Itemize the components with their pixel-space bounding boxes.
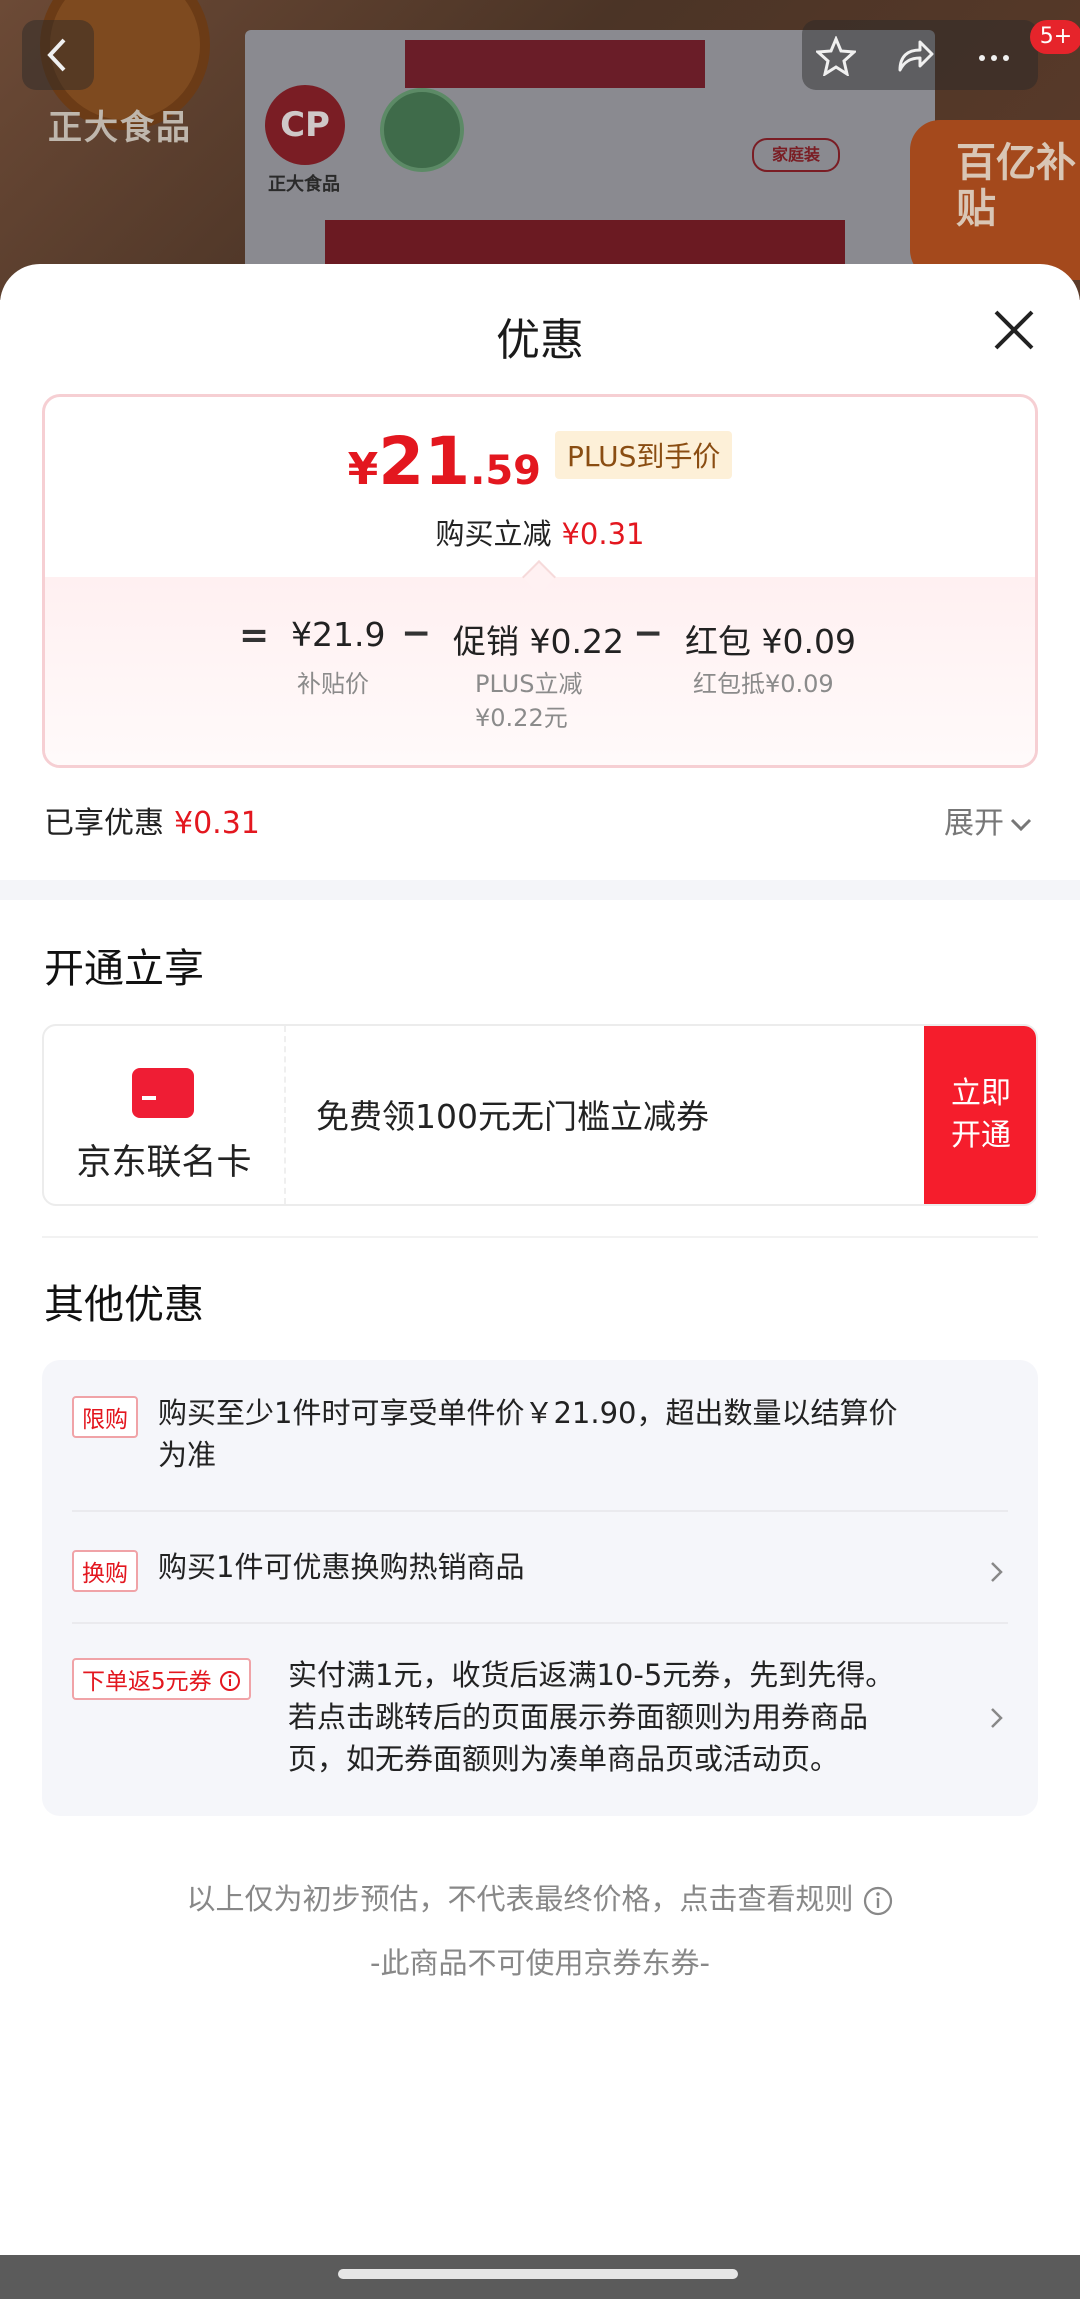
minus-sign-1: − [401,613,432,654]
plus-price-tag: PLUS到手价 [554,431,733,479]
card-name: 京东联名卡 [76,1143,252,1183]
more-icon[interactable] [974,36,1014,76]
sheet-title: 优惠 [496,315,584,366]
home-indicator[interactable] [338,2269,738,2279]
price-disclaimer[interactable]: 以上仅为初步预估，不代表最终价格，点击查看规则 [0,1876,1080,1918]
top-actions-group [802,20,1038,90]
promotion-discount: 促销 ¥0.22 [453,622,624,661]
equals-sign: = [239,615,270,656]
purchase-limit-tag: 限购 [72,1396,138,1438]
subsidy-badge: 百亿补贴 [910,120,1080,280]
enjoyed-amount: ¥0.31 [174,806,260,841]
coupon-restriction-note: -此商品不可使用京券东券- [370,1946,710,1980]
brand-text: 正大食品 [48,108,192,148]
instant-save: 购买立减 ¥0.31 [45,511,1035,553]
product-image-background: 正大食品 CP 正大食品 家庭装 百亿补贴 5+ [0,0,1080,300]
certification-seal-icon [380,88,464,172]
promotion-sub-1: PLUS立减 [475,670,583,698]
price-currency: ¥ [347,444,379,495]
open-section-title: 开通立享 [44,946,204,992]
save-label: 购买立减 [435,517,552,551]
package-logo: CP [265,85,345,165]
chevron-down-icon [1010,818,1032,831]
chevron-left-icon [47,38,66,72]
notification-badge: 5+ [1030,20,1080,54]
price-decimal: .59 [470,448,541,494]
final-price: ¥21.59 PLUS到手价 [45,423,1035,500]
price-integer: 21 [378,423,471,500]
star-icon[interactable] [816,36,856,76]
red-packet-discount: 红包 ¥0.09 [685,622,856,661]
promotion-sub-2: ¥0.22元 [475,704,568,732]
red-packet-label: 红包抵¥0.09 [693,670,834,698]
info-icon [863,1886,892,1916]
open-card-button[interactable]: 立即 开通 [924,1026,1036,1204]
package-brand-text: 正大食品 [268,174,340,195]
expand-button[interactable]: 展开 [944,798,1032,842]
other-discounts-list: 限购 购买至少1件时可享受单件价￥21.90，超出数量以结算价 为准 换购 购买… [42,1360,1038,1816]
list-item-exchange[interactable]: 换购 购买1件可优惠换购热销商品 [72,1548,1008,1598]
cobrand-card-promo[interactable]: 京东联名卡 免费领100元无门槛立减券 立即 开通 [42,1024,1038,1206]
package-tag: 家庭装 [752,138,840,172]
system-nav-bar [0,2255,1080,2299]
info-icon[interactable] [219,1670,241,1692]
discount-sheet: 优惠 ¥21.59 PLUS到手价 购买立减 ¥0.31 = ¥21.9 补贴价 −… [0,264,1080,2299]
chevron-right-icon[interactable] [984,1560,1008,1584]
section-divider [0,880,1080,900]
other-section-title: 其他优惠 [44,1282,204,1328]
subsidy-price: ¥21.9 [291,615,386,654]
expand-label: 展开 [944,806,1004,841]
list-item-purchase-limit: 限购 购买至少1件时可享受单件价￥21.90，超出数量以结算价 为准 [72,1394,1008,1484]
credit-card-icon [132,1068,194,1118]
close-icon[interactable] [990,306,1038,354]
coupon-return-tag: 下单返5元券 [72,1658,251,1700]
card-offer-text: 免费领100元无门槛立减券 [316,1097,709,1136]
enjoyed-label: 已享优惠 [44,806,164,841]
price-card: ¥21.59 PLUS到手价 购买立减 ¥0.31 = ¥21.9 补贴价 − 促销… [42,394,1038,768]
exchange-tag: 换购 [72,1550,138,1592]
enjoyed-discount: 已享优惠 ¥0.31 [44,798,260,842]
minus-sign-2: − [633,613,664,654]
share-icon[interactable] [894,36,934,76]
list-item-coupon-return[interactable]: 下单返5元券 实付满1元，收货后返满10-5元券，先到先得。 若点击跳转后的页面… [72,1656,1008,1796]
chevron-right-icon[interactable] [984,1706,1008,1730]
save-amount: ¥0.31 [561,517,645,551]
back-button[interactable] [22,20,94,90]
subsidy-price-label: 补贴价 [297,670,369,698]
